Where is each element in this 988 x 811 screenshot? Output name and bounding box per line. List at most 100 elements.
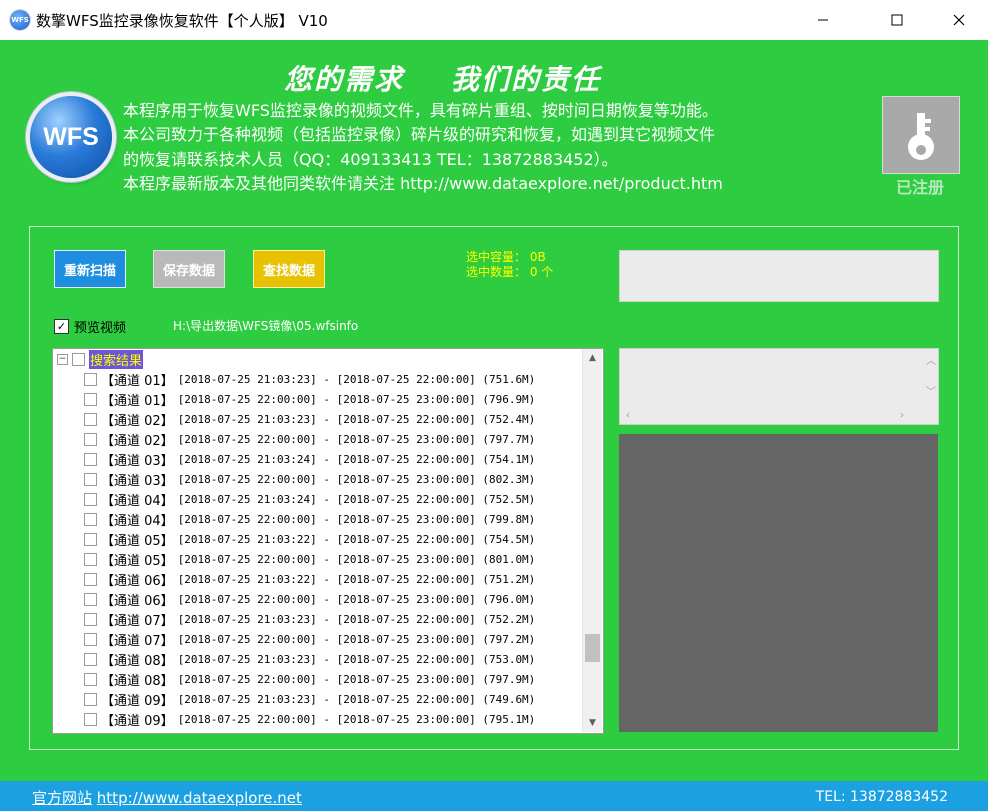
row-channel: 【通道 03】 [101, 453, 174, 469]
file-path: H:\导出数据\WFS镜像\05.wfsinfo [173, 319, 359, 333]
row-channel: 【通道 04】 [101, 513, 174, 529]
row-channel: 【通道 08】 [101, 653, 174, 669]
description-line: 本程序最新版本及其他同类软件请关注 http://www.dataexplore… [123, 173, 723, 193]
table-row[interactable]: 【通道 06】 [2018-07-25 22:00:00] - [2018-07-… [53, 589, 535, 609]
rescan-button[interactable]: 重新扫描 [54, 250, 126, 288]
row-range: [2018-07-25 22:00:00] - [2018-07-25 23:0… [177, 672, 536, 686]
row-range: [2018-07-25 21:03:22] - [2018-07-25 22:0… [177, 572, 536, 586]
tree-root[interactable]: − 搜索结果 [53, 349, 144, 369]
row-channel: 【通道 06】 [101, 593, 174, 609]
row-range: [2018-07-25 21:03:23] - [2018-07-25 22:0… [177, 372, 536, 386]
table-row[interactable]: 【通道 05】 [2018-07-25 22:00:00] - [2018-07-… [53, 549, 535, 569]
row-checkbox[interactable] [84, 532, 97, 546]
row-checkbox[interactable] [84, 432, 97, 446]
row-checkbox[interactable] [84, 412, 97, 426]
save-data-button[interactable]: 保存数据 [153, 250, 225, 288]
find-data-button[interactable]: 查找数据 [253, 250, 325, 288]
table-row[interactable]: 【通道 09】 [2018-07-25 22:00:00] - [2018-07-… [53, 709, 535, 729]
key-icon [908, 113, 934, 160]
wfs-logo: WFS [30, 96, 112, 178]
app-icon: WFS [10, 10, 30, 30]
table-row[interactable]: 【通道 09】 [2018-07-25 21:03:23] - [2018-07-… [53, 689, 535, 709]
tree-root-checkbox[interactable] [72, 352, 85, 366]
row-checkbox[interactable] [84, 392, 97, 406]
table-row[interactable]: 【通道 07】 [2018-07-25 22:00:00] - [2018-07-… [53, 629, 535, 649]
table-row[interactable]: 【通道 04】 [2018-07-25 21:03:24] - [2018-07-… [53, 489, 535, 509]
register-button[interactable] [882, 96, 960, 174]
status-box [619, 250, 939, 302]
row-checkbox[interactable] [84, 492, 97, 506]
row-checkbox[interactable] [84, 612, 97, 626]
row-checkbox[interactable] [84, 652, 97, 666]
row-checkbox[interactable] [84, 632, 97, 646]
video-preview [619, 434, 938, 732]
info-textbox[interactable]: ︿ ﹀ ‹ › [619, 348, 939, 425]
close-button[interactable] [936, 0, 982, 40]
table-row[interactable]: 【通道 01】 [2018-07-25 22:00:00] - [2018-07-… [53, 389, 535, 409]
row-range: [2018-07-25 21:03:23] - [2018-07-25 22:0… [177, 412, 536, 426]
row-range: [2018-07-25 21:03:24] - [2018-07-25 22:0… [177, 492, 536, 506]
scroll-thumb[interactable] [585, 634, 600, 662]
tree-scrollbar[interactable]: ▲ ▼ [582, 349, 602, 732]
table-row[interactable]: 【通道 02】 [2018-07-25 21:03:23] - [2018-07-… [53, 409, 535, 429]
table-row[interactable]: 【通道 02】 [2018-07-25 22:00:00] - [2018-07-… [53, 429, 535, 449]
row-checkbox[interactable] [84, 692, 97, 706]
row-checkbox[interactable] [84, 672, 97, 686]
description-line: 的恢复请联系技术人员（QQ：409133413 TEL：13872883452）… [123, 149, 618, 169]
results-tree[interactable]: − 搜索结果 【通道 01】 [2018-07-25 21:03:23] - [2… [52, 348, 604, 734]
scroll-up-icon[interactable]: ▲ [583, 349, 602, 367]
row-range: [2018-07-25 22:00:00] - [2018-07-25 23:0… [177, 432, 536, 446]
scroll-down-icon[interactable]: ▼ [583, 714, 602, 732]
row-range: [2018-07-25 21:03:23] - [2018-07-25 22:0… [177, 692, 536, 706]
row-channel: 【通道 01】 [101, 373, 174, 389]
row-checkbox[interactable] [84, 712, 97, 726]
table-row[interactable]: 【通道 05】 [2018-07-25 21:03:22] - [2018-07-… [53, 529, 535, 549]
selected-count: 选中数量： 0 个 [466, 265, 554, 279]
scroll-down-icon[interactable]: ﹀ [926, 383, 936, 398]
description-line: 本公司致力于各种视频（包括监控录像）碎片级的研究和恢复，如遇到其它视频文件 [123, 125, 716, 145]
row-range: [2018-07-25 22:00:00] - [2018-07-25 23:0… [177, 512, 536, 526]
row-channel: 【通道 02】 [101, 413, 174, 429]
scroll-left-icon[interactable]: ‹ [626, 410, 630, 421]
title-bar: WFS 数擎WFS监控录像恢复软件【个人版】 V10 [0, 0, 988, 40]
row-channel: 【通道 04】 [101, 493, 174, 509]
website-link[interactable]: http://www.dataexplore.net [97, 789, 302, 807]
row-checkbox[interactable] [84, 472, 97, 486]
close-icon [953, 14, 965, 26]
table-row[interactable]: 【通道 08】 [2018-07-25 21:03:23] - [2018-07-… [53, 649, 535, 669]
row-checkbox[interactable] [84, 552, 97, 566]
maximize-button[interactable] [874, 0, 920, 40]
row-checkbox[interactable] [84, 572, 97, 586]
preview-video-option[interactable]: ✓ 预览视频 [54, 317, 126, 336]
table-row[interactable]: 【通道 06】 [2018-07-25 21:03:22] - [2018-07-… [53, 569, 535, 589]
row-range: [2018-07-25 21:03:24] - [2018-07-25 22:0… [177, 452, 536, 466]
row-range: [2018-07-25 22:00:00] - [2018-07-25 23:0… [177, 552, 536, 566]
table-row[interactable]: 【通道 03】 [2018-07-25 21:03:24] - [2018-07-… [53, 449, 535, 469]
minimize-icon [818, 19, 828, 21]
row-channel: 【通道 07】 [101, 613, 174, 629]
row-channel: 【通道 08】 [101, 673, 174, 689]
table-row[interactable]: 【通道 01】 [2018-07-25 21:03:23] - [2018-07-… [53, 369, 535, 389]
scroll-up-icon[interactable]: ︿ [926, 352, 936, 367]
row-checkbox[interactable] [84, 592, 97, 606]
minimize-button[interactable] [800, 0, 846, 40]
table-row[interactable]: 【通道 08】 [2018-07-25 22:00:00] - [2018-07-… [53, 669, 535, 689]
preview-video-checkbox[interactable]: ✓ [54, 319, 69, 334]
selected-capacity: 选中容量： 0B [466, 250, 546, 264]
scroll-right-icon[interactable]: › [900, 410, 904, 421]
collapse-icon[interactable]: − [57, 353, 68, 365]
tree-root-label[interactable]: 搜索结果 [89, 349, 144, 369]
footer-tel: TEL: 13872883452 [815, 789, 948, 805]
maximize-icon [891, 14, 903, 26]
row-checkbox[interactable] [84, 512, 97, 526]
registered-status: 已注册 [895, 178, 944, 197]
row-channel: 【通道 05】 [101, 533, 174, 549]
row-channel: 【通道 02】 [101, 433, 174, 449]
website-label: 官方网站 [32, 789, 93, 807]
table-row[interactable]: 【通道 07】 [2018-07-25 21:03:23] - [2018-07-… [53, 609, 535, 629]
row-range: [2018-07-25 21:03:22] - [2018-07-25 22:0… [177, 532, 536, 546]
table-row[interactable]: 【通道 04】 [2018-07-25 22:00:00] - [2018-07-… [53, 509, 535, 529]
table-row[interactable]: 【通道 03】 [2018-07-25 22:00:00] - [2018-07-… [53, 469, 535, 489]
row-checkbox[interactable] [84, 452, 97, 466]
row-checkbox[interactable] [84, 372, 97, 386]
